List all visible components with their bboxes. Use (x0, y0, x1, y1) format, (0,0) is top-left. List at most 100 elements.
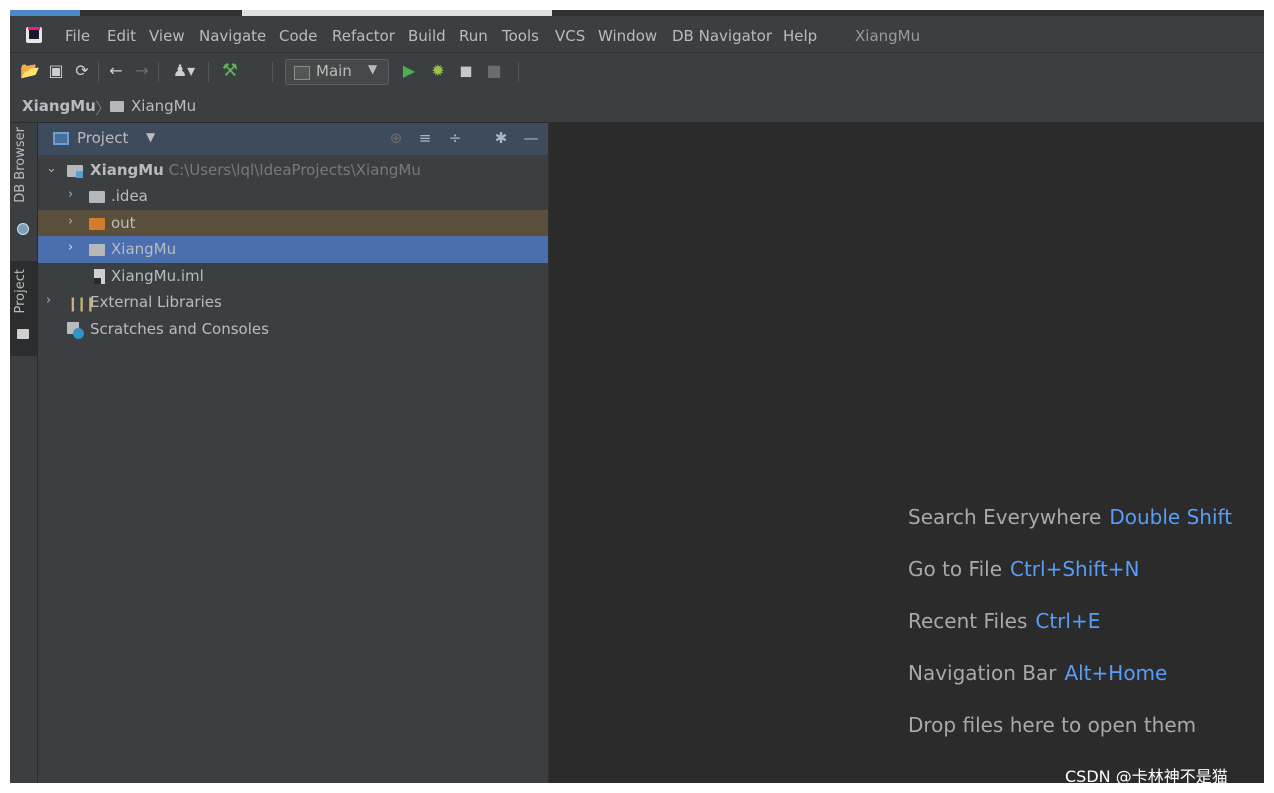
tree-item-libraries[interactable]: › ❙❙❙ External Libraries (38, 289, 548, 316)
menu-bar: File Edit View Navigate Code Refactor Bu… (10, 20, 1264, 52)
breadcrumb-root[interactable]: XiangMu (22, 97, 96, 115)
coverage-icon[interactable]: ◼ (456, 61, 476, 81)
menu-view[interactable]: View (149, 27, 185, 45)
tree-item-iml[interactable]: XiangMu.iml (38, 263, 548, 290)
save-icon[interactable]: ▣ (46, 61, 66, 81)
chevron-right-icon[interactable]: › (68, 240, 73, 255)
window-project-title: XiangMu (855, 27, 921, 45)
forward-icon[interactable]: → (132, 61, 152, 81)
iml-file-icon (94, 269, 105, 284)
sync-icon[interactable]: ⟳ (72, 61, 92, 81)
project-tool-button[interactable]: Project (10, 261, 37, 356)
menu-help[interactable]: Help (783, 27, 817, 45)
menu-run[interactable]: Run (459, 27, 488, 45)
tree-item-root[interactable]: ⌄ XiangMu C:\Users\lql\IdeaProjects\Xian… (38, 157, 548, 184)
tab-indicator (242, 10, 552, 16)
tree-root-label-group: XiangMu C:\Users\lql\IdeaProjects\XiangM… (90, 161, 421, 179)
main-toolbar: 📂 ▣ ⟳ ← → ♟▾ ⚒ Main ▼ ▶ ✹ ◼ ■ (10, 52, 1264, 91)
hint-go-to-file: Go to File Ctrl+Shift+N (908, 557, 1140, 581)
debug-icon[interactable]: ✹ (428, 61, 448, 81)
left-tool-stripe: DB Browser Project (10, 123, 38, 783)
folder-icon (110, 101, 124, 112)
project-panel-header: Project ▼ ⊕ ≡ ÷ ✱ — (38, 123, 548, 155)
back-icon[interactable]: ← (106, 61, 126, 81)
toolbar-separator (518, 62, 519, 82)
build-hammer-icon[interactable]: ⚒ (220, 61, 240, 81)
open-icon[interactable]: 📂 (20, 61, 40, 81)
scratches-icon (67, 322, 84, 339)
menu-window[interactable]: Window (598, 27, 657, 45)
menu-edit[interactable]: Edit (107, 27, 136, 45)
window-tab-strip (10, 10, 1264, 16)
expand-all-icon[interactable]: ≡ (416, 129, 434, 147)
project-view-icon (53, 132, 69, 145)
toolbar-separator (158, 62, 159, 82)
chevron-right-icon[interactable]: › (68, 214, 73, 229)
menu-db-navigator[interactable]: DB Navigator (672, 27, 772, 45)
collapse-all-icon[interactable]: ÷ (446, 129, 464, 147)
tree-root-name: XiangMu (90, 161, 164, 179)
breadcrumb: XiangMu 〉 XiangMu (10, 90, 1264, 123)
ide-window: File Edit View Navigate Code Refactor Bu… (10, 10, 1264, 783)
toolbar-separator (208, 62, 209, 82)
database-icon (17, 223, 29, 235)
menu-code[interactable]: Code (279, 27, 317, 45)
toolbar-separator (272, 62, 273, 82)
hint-text: Drop files here to open them (908, 713, 1197, 737)
tree-item-scratches[interactable]: Scratches and Consoles (38, 316, 548, 343)
excluded-folder-icon (89, 218, 105, 230)
chevron-right-icon[interactable]: › (46, 293, 51, 308)
folder-icon (89, 191, 105, 203)
chevron-down-icon: ▼ (368, 62, 378, 76)
tab-indicator (10, 10, 80, 16)
intellij-logo-icon (26, 27, 42, 43)
menu-tools[interactable]: Tools (502, 27, 539, 45)
tree-item-label: External Libraries (90, 293, 222, 311)
run-configuration-label: Main (316, 62, 352, 80)
chevron-down-icon[interactable]: ▼ (146, 130, 155, 144)
hint-navigation-bar: Navigation Bar Alt+Home (908, 661, 1167, 685)
menu-vcs[interactable]: VCS (555, 27, 585, 45)
run-icon[interactable]: ▶ (399, 61, 419, 81)
module-folder-icon (67, 165, 83, 178)
chevron-down-icon[interactable]: ⌄ (46, 161, 57, 176)
hint-recent-files: Recent Files Ctrl+E (908, 609, 1100, 633)
hint-search-everywhere: Search Everywhere Double Shift (908, 505, 1232, 529)
hint-shortcut: Ctrl+E (1035, 609, 1101, 633)
tree-item-label: Scratches and Consoles (90, 320, 269, 338)
db-browser-tool-button[interactable]: DB Browser (10, 123, 37, 253)
stop-icon[interactable]: ■ (484, 61, 504, 81)
db-browser-label: DB Browser (13, 127, 28, 203)
hint-shortcut: Ctrl+Shift+N (1010, 557, 1140, 581)
tree-item-label: XiangMu (111, 240, 177, 258)
menu-navigate[interactable]: Navigate (199, 27, 266, 45)
hint-shortcut: Double Shift (1109, 505, 1233, 529)
menu-file[interactable]: File (65, 27, 90, 45)
tree-item-label: XiangMu.iml (111, 267, 204, 285)
editor-area: Search Everywhere Double Shift Go to File… (548, 123, 1264, 783)
project-tool-label: Project (13, 269, 28, 314)
tree-item-module[interactable]: › XiangMu (38, 236, 548, 263)
hide-icon[interactable]: — (522, 129, 540, 147)
tree-item-idea[interactable]: › .idea (38, 183, 548, 210)
toolbar-separator (98, 62, 99, 82)
user-icon[interactable]: ♟▾ (168, 61, 200, 81)
menu-refactor[interactable]: Refactor (332, 27, 395, 45)
tree-item-out[interactable]: › out (38, 210, 548, 237)
run-configuration-select[interactable]: Main ▼ (285, 59, 389, 85)
tree-item-label: .idea (111, 187, 148, 205)
hint-text: Go to File (908, 557, 1002, 581)
application-icon (294, 66, 310, 80)
hint-text: Recent Files (908, 609, 1028, 633)
project-view-selector[interactable]: Project (77, 129, 128, 147)
locate-icon[interactable]: ⊕ (387, 129, 405, 147)
tree-item-label: out (111, 214, 136, 232)
hint-drop-files: Drop files here to open them (908, 713, 1196, 737)
breadcrumb-child[interactable]: XiangMu (131, 97, 196, 115)
breadcrumb-separator: 〉 (95, 99, 112, 118)
hint-text: Navigation Bar (908, 661, 1057, 685)
folder-icon (89, 244, 105, 256)
gear-icon[interactable]: ✱ (492, 129, 510, 147)
chevron-right-icon[interactable]: › (68, 187, 73, 202)
menu-build[interactable]: Build (408, 27, 446, 45)
